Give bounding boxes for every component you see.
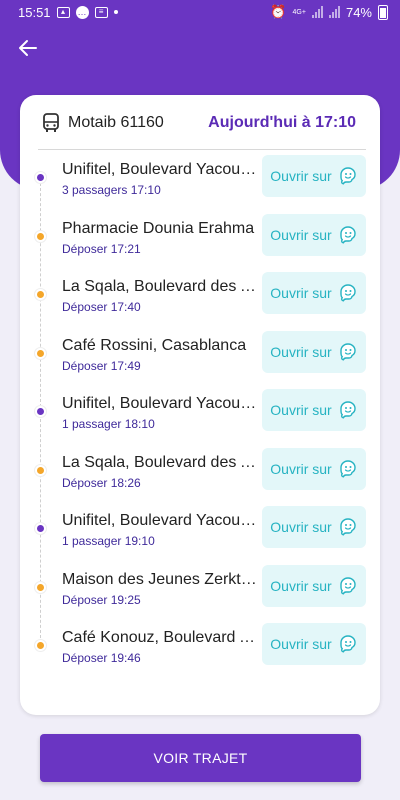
open-in-label: Ouvrir sur <box>270 168 332 184</box>
header-divider <box>38 149 366 150</box>
vehicle-name: Motaib 61160 <box>68 113 164 131</box>
stop-item: Unifitel, Boulevard Yacoub El Mansour 1 p… <box>20 387 380 446</box>
notification-dot-icon <box>113 10 118 14</box>
status-bar: 15:51 ▴ … ≡ ⏰ 4G+ 74% <box>0 0 400 24</box>
stop-name: La Sqala, Boulevard des Almohades <box>62 278 260 295</box>
open-in-waze-button[interactable]: Ouvrir sur <box>262 389 366 431</box>
stop-detail: Déposer 17:21 <box>62 241 141 256</box>
stop-detail: 1 passager 18:10 <box>62 417 155 431</box>
network-label: 4G+ <box>292 8 306 16</box>
waze-icon <box>340 342 356 361</box>
open-in-waze-button[interactable]: Ouvrir sur <box>262 272 366 314</box>
stop-item: Unifitel, Boulevard Yacoub El Mansour 3 p… <box>20 153 380 212</box>
vehicle-info: Motaib 61160 <box>42 112 164 133</box>
waze-icon <box>340 635 356 653</box>
trip-datetime: Aujourd'hui à 17:10 <box>208 113 356 131</box>
stop-detail: Déposer 19:25 <box>62 592 141 607</box>
open-in-waze-button[interactable]: Ouvrir sur <box>262 506 366 548</box>
news-icon: ≡ <box>94 6 108 18</box>
open-in-label: Ouvrir sur <box>270 636 332 652</box>
stop-item: La Sqala, Boulevard des Almohades Déposer… <box>20 446 380 505</box>
open-in-waze-button[interactable]: Ouvrir sur <box>262 623 366 665</box>
stop-name: Unifitel, Boulevard Yacoub El Mansour <box>62 512 260 529</box>
waze-icon <box>340 518 356 536</box>
stop-name: Unifitel, Boulevard Yacoub El Mansour <box>62 395 260 412</box>
open-in-label: Ouvrir sur <box>270 519 332 535</box>
pickup-dot <box>35 406 46 417</box>
dropoff-dot <box>35 581 46 593</box>
signal-icon <box>311 6 323 18</box>
open-in-waze-button[interactable]: Ouvrir sur <box>262 447 366 490</box>
stop-detail: Déposer 17:40 <box>62 300 141 314</box>
back-arrow-icon[interactable] <box>14 38 42 62</box>
waze-icon <box>340 576 356 595</box>
alarm-icon: ⏰ <box>270 4 287 19</box>
stop-name: Unifitel, Boulevard Yacoub El Mansour <box>62 161 260 178</box>
open-in-label: Ouvrir sur <box>270 460 332 477</box>
pickup-dot <box>35 172 46 183</box>
open-in-waze-button[interactable]: Ouvrir sur <box>262 213 366 256</box>
stop-name: Café Konouz, Boulevard Anfa <box>62 629 260 646</box>
open-in-label: Ouvrir sur <box>270 226 332 243</box>
stop-item: Maison des Jeunes Zerktouni Déposer 19:25… <box>20 563 380 622</box>
battery-percent: 74% <box>345 4 372 20</box>
stop-item: La Sqala, Boulevard des Almohades Déposer… <box>20 270 380 329</box>
gallery-icon: ▴ <box>56 6 70 18</box>
open-in-label: Ouvrir sur <box>270 285 332 301</box>
stop-name: Maison des Jeunes Zerktouni <box>62 570 260 588</box>
open-in-waze-button[interactable]: Ouvrir sur <box>262 564 366 607</box>
dropoff-dot <box>35 640 46 651</box>
status-right: ⏰ 4G+ 74% <box>270 4 388 20</box>
open-in-label: Ouvrir sur <box>270 577 332 594</box>
stop-detail: 3 passagers 17:10 <box>62 183 161 197</box>
waze-icon <box>340 459 356 478</box>
bus-icon <box>43 112 59 132</box>
open-in-label: Ouvrir sur <box>270 343 332 360</box>
battery-icon <box>378 4 388 20</box>
trip-card: Motaib 61160 Aujourd'hui à 17:10 Unifite… <box>20 95 380 715</box>
stop-item: Unifitel, Boulevard Yacoub El Mansour 1 p… <box>20 504 380 563</box>
trip-card-header: Motaib 61160 Aujourd'hui à 17:10 <box>20 95 380 150</box>
dropoff-dot <box>35 464 46 476</box>
stops-list: Unifitel, Boulevard Yacoub El Mansour 3 p… <box>20 153 380 680</box>
chat-icon: … <box>75 5 89 19</box>
stop-name: Café Rossini, Casablanca <box>62 336 247 354</box>
stop-detail: Déposer 19:46 <box>62 651 141 665</box>
stop-name: La Sqala, Boulevard des Almohades <box>62 453 260 471</box>
stop-detail: Déposer 18:26 <box>62 475 141 490</box>
status-left: 15:51 ▴ … ≡ <box>18 5 118 20</box>
open-in-waze-button[interactable]: Ouvrir sur <box>262 155 366 197</box>
stop-detail: 1 passager 19:10 <box>62 534 155 548</box>
stop-detail: Déposer 17:49 <box>62 358 141 373</box>
open-in-label: Ouvrir sur <box>270 402 332 418</box>
dropoff-dot <box>35 230 46 242</box>
waze-icon <box>340 225 356 244</box>
dropoff-dot <box>35 289 46 300</box>
view-route-button[interactable]: VOIR TRAJET <box>40 734 361 782</box>
waze-icon <box>340 284 356 302</box>
dropoff-dot <box>35 347 46 359</box>
stop-item: Café Rossini, Casablanca Déposer 17:49 Ouv… <box>20 329 380 388</box>
waze-icon <box>340 401 356 419</box>
signal-2-icon <box>328 6 340 18</box>
status-time: 15:51 <box>18 4 51 20</box>
pickup-dot <box>35 523 46 534</box>
stop-item: Café Konouz, Boulevard Anfa Déposer 19:46… <box>20 621 380 680</box>
stop-item: Pharmacie Dounia Erahma Déposer 17:21 Ouvr… <box>20 212 380 271</box>
waze-icon <box>340 167 356 185</box>
stop-name: Pharmacie Dounia Erahma <box>62 219 255 237</box>
open-in-waze-button[interactable]: Ouvrir sur <box>262 330 366 373</box>
